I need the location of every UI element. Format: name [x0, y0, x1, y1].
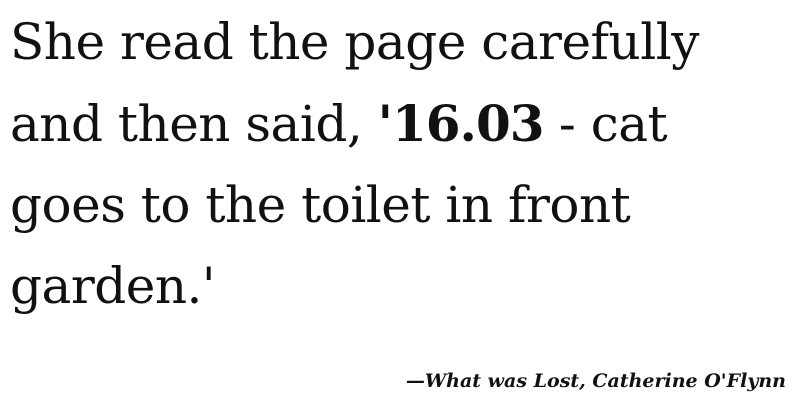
quote-line-4: garden.' — [10, 257, 216, 315]
quote-line-3: goes to the toilet in front — [10, 176, 631, 234]
quote-card: She read the page carefully and then sai… — [0, 0, 800, 400]
quote-line-1: She read the page carefully — [10, 13, 699, 71]
quote-attribution: —What was Lost, Catherine O'Flynn — [405, 370, 786, 392]
quote-line-2-start: and then said, — [10, 95, 378, 153]
quote-line-2-end: - cat — [543, 95, 668, 153]
quote-text: She read the page carefully and then sai… — [10, 2, 780, 327]
quote-emphasis-timestamp: '16.03 — [377, 94, 545, 153]
